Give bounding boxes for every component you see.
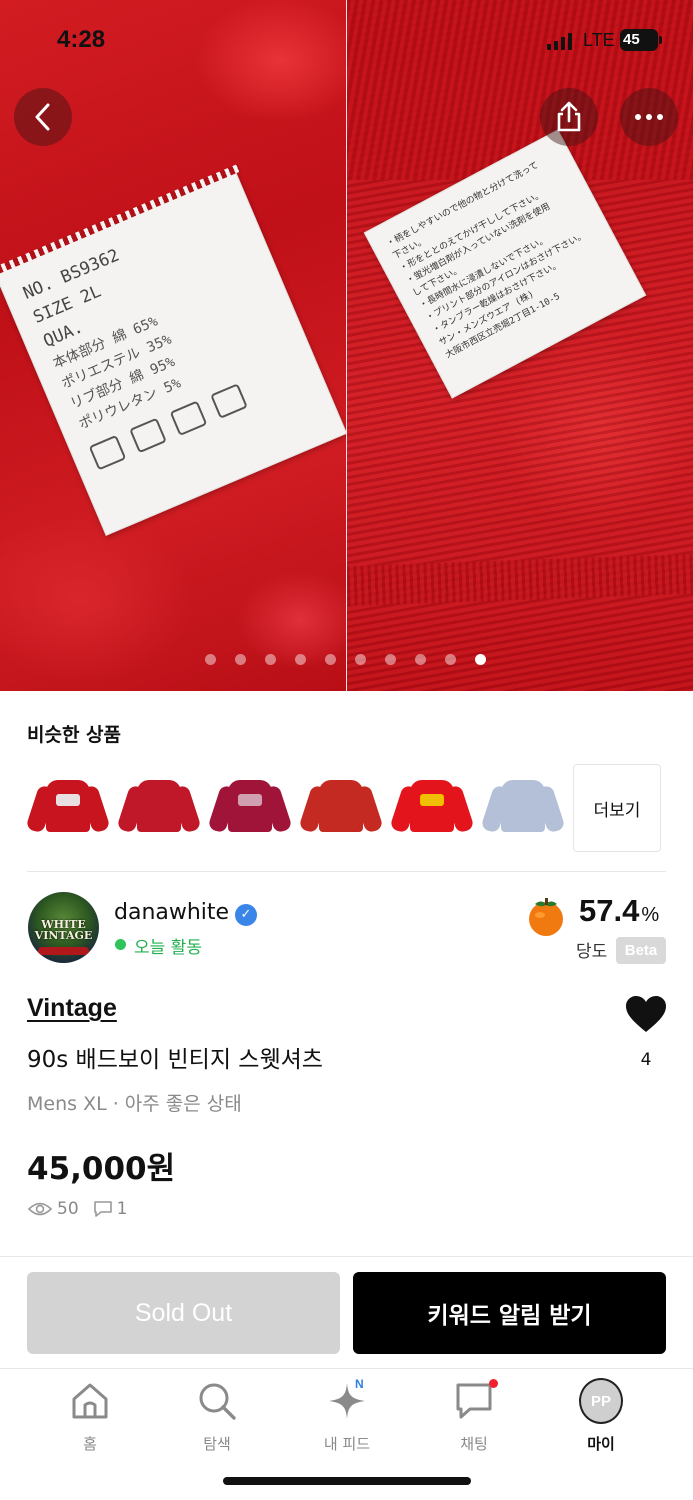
similar-products-list: 더보기 (25, 764, 661, 852)
sweatshirt-thumbnail (25, 780, 111, 834)
active-status-dot (115, 939, 126, 950)
page-dot[interactable] (415, 654, 426, 665)
beta-badge: Beta (616, 937, 666, 964)
product-price: 45,000원 (27, 1151, 176, 1187)
brand-link[interactable]: Vintage (27, 994, 117, 1023)
no-bleach-icon (129, 417, 167, 454)
keyword-alert-button[interactable]: 키워드 알림 받기 (353, 1272, 666, 1354)
tab-my-label: 마이 (587, 1435, 615, 1453)
page-dot[interactable] (385, 654, 396, 665)
page-dot[interactable] (265, 654, 276, 665)
seller-activity: 오늘 활동 (134, 938, 202, 958)
sweatshirt-thumbnail (207, 780, 293, 834)
gallery-page-indicator (205, 654, 486, 665)
tab-explore-label: 탐색 (203, 1435, 231, 1453)
tab-home-label: 홈 (83, 1435, 97, 1453)
chat-unread-dot (489, 1379, 498, 1388)
page-dot[interactable] (445, 654, 456, 665)
more-options-button[interactable] (620, 88, 678, 146)
chevron-left-icon (35, 103, 50, 131)
sweetness-unit: % (641, 904, 660, 926)
view-count: 50 (57, 1199, 79, 1219)
battery-icon: 45 (620, 29, 662, 51)
page-dot[interactable] (355, 654, 366, 665)
status-bar: 4:28 LTE 45 (0, 0, 693, 80)
sold-out-button[interactable]: Sold Out (27, 1272, 340, 1354)
similar-item-3[interactable] (207, 764, 293, 850)
tab-feed-label: 내 피드 (323, 1435, 371, 1453)
chat-bubble-icon (456, 1383, 492, 1419)
sweatshirt-thumbnail (480, 780, 566, 834)
wash-icon (88, 434, 127, 471)
share-icon (557, 101, 581, 132)
status-time: 4:28 (57, 26, 106, 53)
tab-home[interactable]: 홈 (40, 1379, 140, 1459)
verified-badge-icon: ✓ (235, 904, 257, 926)
no-dryclean-icon (210, 383, 248, 419)
tab-explore[interactable]: 탐색 (167, 1379, 267, 1459)
tab-feed[interactable]: N 내 피드 (297, 1377, 397, 1459)
share-button[interactable] (540, 88, 598, 146)
section-divider (27, 871, 666, 872)
similar-item-4[interactable] (298, 764, 384, 850)
like-heart-icon[interactable] (624, 994, 668, 1034)
like-count: 4 (640, 1050, 652, 1070)
back-button[interactable] (14, 88, 72, 146)
product-stats: 50 1 (27, 1199, 127, 1219)
sweatshirt-thumbnail (116, 780, 202, 834)
network-type: LTE (583, 30, 615, 50)
similar-item-2[interactable] (116, 764, 202, 850)
sweatshirt-thumbnail (298, 780, 384, 834)
more-dots-icon (635, 114, 663, 120)
comment-count: 1 (116, 1199, 128, 1219)
sweetness-value: 57.4 (579, 893, 640, 928)
eye-icon (27, 1202, 53, 1216)
care-label-left: NO. BS9362 SIZE 2L QUA. 本体部分 綿 65% ポリエステ… (0, 163, 346, 536)
page-dot[interactable] (235, 654, 246, 665)
search-icon (199, 1383, 236, 1420)
page-dot[interactable] (295, 654, 306, 665)
sweatshirt-thumbnail (389, 780, 475, 834)
product-meta: Mens XL · 아주 좋은 상태 (27, 1093, 242, 1115)
gallery-divider (346, 0, 347, 691)
similar-item-5[interactable] (389, 764, 475, 850)
sweetness-label: 당도 (576, 942, 608, 962)
iron-icon (169, 400, 208, 437)
page-dot[interactable] (205, 654, 216, 665)
similar-item-6[interactable] (480, 764, 566, 850)
my-avatar: PP (579, 1378, 623, 1424)
signal-icon (547, 32, 572, 50)
persimmon-icon (529, 898, 563, 936)
page-dot[interactable] (475, 654, 486, 665)
tab-chat-label: 채팅 (460, 1435, 488, 1453)
home-indicator (223, 1477, 471, 1485)
sweetness-score: 57.4% (579, 893, 659, 929)
product-title: 90s 배드보이 빈티지 스웻셔츠 (27, 1047, 323, 1073)
comment-icon (93, 1201, 112, 1217)
avatar-logo-text: WHITE VINTAGE (34, 918, 93, 942)
similar-products-title: 비슷한 상품 (27, 724, 122, 746)
tab-my[interactable]: PP 마이 (551, 1378, 651, 1459)
seller-name[interactable]: danawhite (114, 900, 229, 925)
similar-more-button[interactable]: 더보기 (573, 764, 661, 852)
actions-divider (0, 1256, 693, 1257)
seller-avatar[interactable]: WHITE VINTAGE (28, 892, 99, 963)
similar-item-1[interactable] (25, 764, 111, 850)
tab-chat[interactable]: 채팅 (424, 1379, 524, 1459)
home-icon (72, 1383, 108, 1419)
feed-new-badge: N (355, 1377, 364, 1391)
page-dot[interactable] (325, 654, 336, 665)
